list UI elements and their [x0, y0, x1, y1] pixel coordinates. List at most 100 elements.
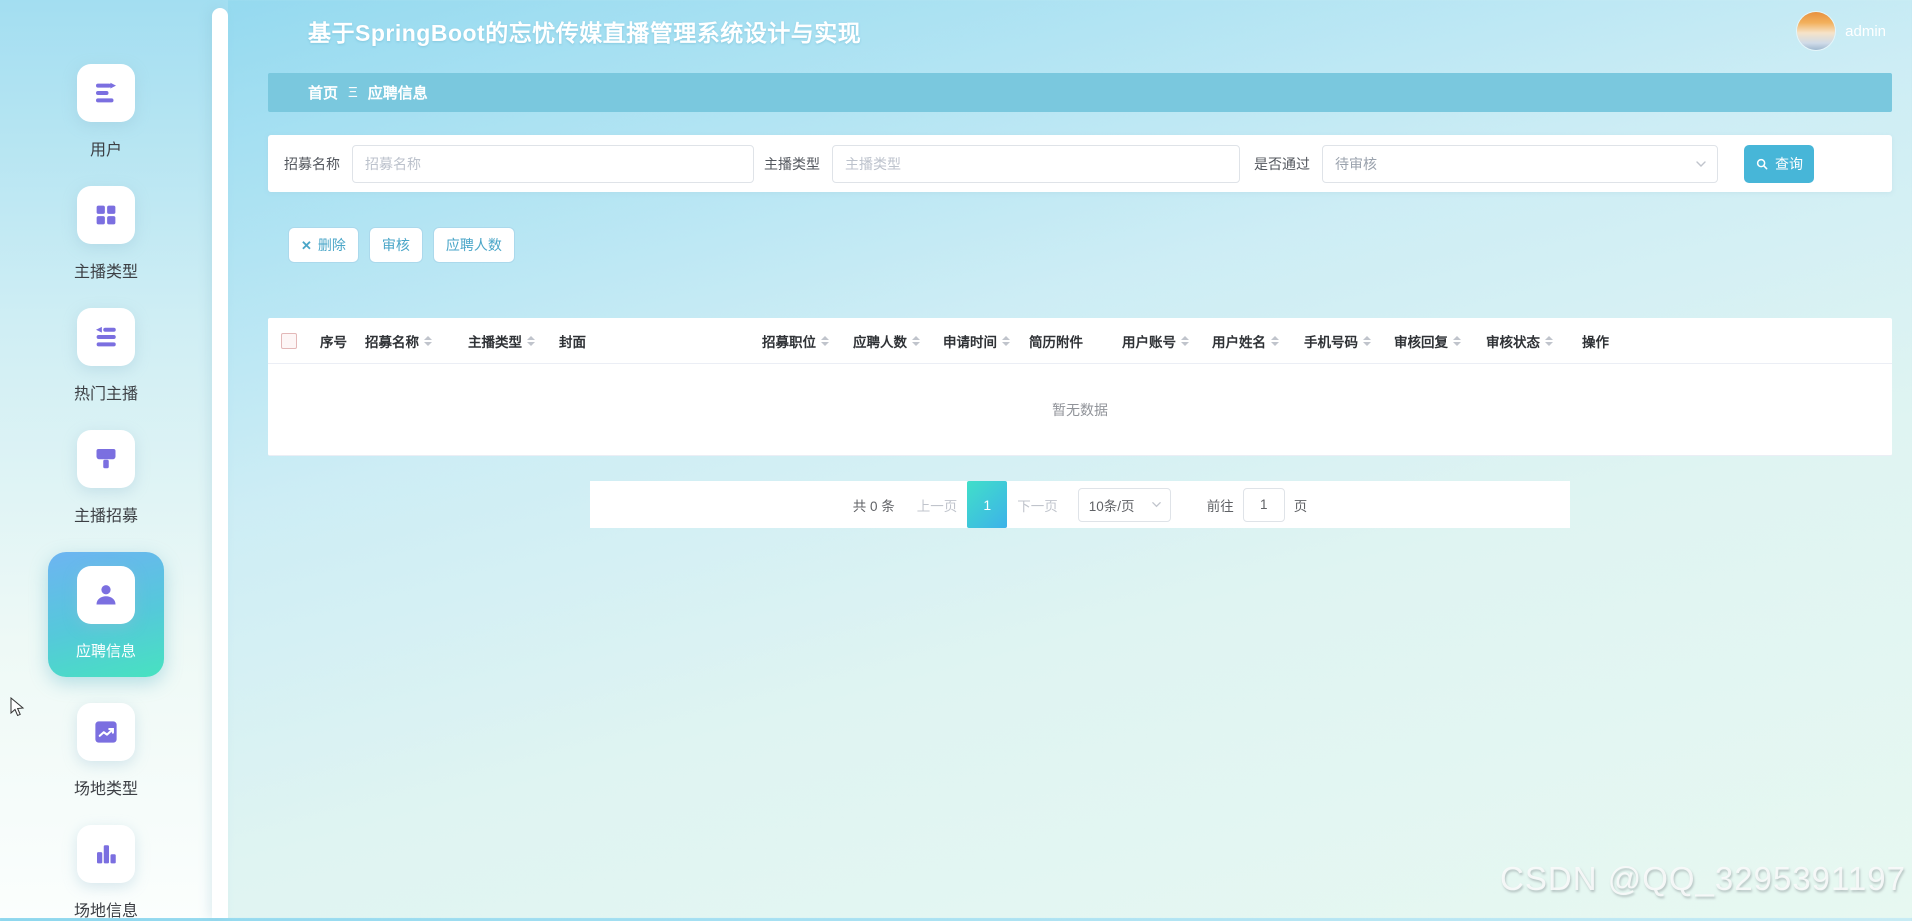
search-icon	[1755, 157, 1769, 171]
sidebar-item-tile	[77, 703, 135, 761]
brush-icon	[91, 444, 121, 474]
sidebar-item-label: 热门主播	[74, 380, 138, 404]
applicant-count-button[interactable]: 应聘人数	[433, 227, 515, 263]
page-size-value: 10条/页	[1089, 495, 1135, 515]
column-header-label: 审核回复	[1394, 331, 1448, 351]
column-header-label: 招募职位	[762, 331, 816, 351]
sidebar-item-tile	[77, 64, 135, 122]
column-header[interactable]: 招募职位	[752, 331, 843, 351]
goto-unit-label: 页	[1294, 495, 1308, 515]
pagination-total: 共 0 条	[853, 495, 895, 515]
audit-button[interactable]: 审核	[369, 227, 423, 263]
sidebar-menu: 用户 主播类型 热门主播 主播招募 应聘信息	[0, 64, 212, 921]
sort-caret-icon	[527, 332, 535, 350]
checkbox-icon	[281, 333, 297, 349]
sidebar-edge-divider	[212, 8, 228, 918]
delete-button[interactable]: ✕ 删除	[288, 227, 359, 263]
column-header[interactable]: 用户姓名	[1202, 331, 1294, 351]
goto-label: 前往	[1207, 495, 1234, 515]
sidebar-item[interactable]: 主播招募	[42, 430, 170, 526]
watermark-text: CSDN @QQ_3295391197	[1500, 860, 1906, 898]
sidebar-item[interactable]: 场地类型	[42, 703, 170, 799]
column-header-label: 主播类型	[468, 331, 522, 351]
column-header-label: 招募名称	[365, 331, 419, 351]
query-button[interactable]: 查询	[1744, 145, 1814, 183]
column-headers: 序号 招募名称 主播类型	[310, 318, 1892, 363]
username-label: admin	[1845, 23, 1886, 40]
user-menu[interactable]: admin	[1797, 12, 1886, 50]
sidebar-item-tile	[77, 186, 135, 244]
trend-chart-icon	[91, 717, 121, 747]
next-page-button[interactable]: 下一页	[1007, 495, 1068, 515]
table-header: 序号 招募名称 主播类型	[268, 318, 1892, 364]
topbar: 基于SpringBoot的忘忧传媒直播管理系统设计与实现 admin	[228, 0, 1912, 62]
anchor-type-label: 主播类型	[764, 154, 820, 174]
column-header[interactable]: 操作	[1572, 331, 1642, 351]
anchor-type-input[interactable]	[832, 145, 1240, 183]
grid-icon	[91, 200, 121, 230]
sort-caret-icon	[1181, 332, 1189, 350]
column-header[interactable]: 主播类型	[458, 331, 549, 351]
sort-caret-icon	[1271, 332, 1279, 350]
recruit-name-label: 招募名称	[284, 154, 340, 174]
prev-page-button[interactable]: 上一页	[907, 495, 968, 515]
sidebar-item-label: 应聘信息	[76, 640, 136, 661]
sidebar-item[interactable]: 场地信息	[42, 825, 170, 921]
sidebar-item-tile	[77, 825, 135, 883]
column-header[interactable]: 封面	[549, 331, 752, 351]
sidebar-item[interactable]: 热门主播	[42, 308, 170, 404]
sort-caret-icon	[1545, 332, 1553, 350]
data-table: 序号 招募名称 主播类型	[268, 318, 1892, 456]
search-form: 招募名称 主播类型 是否通过 待审核 查询	[268, 135, 1892, 192]
column-header[interactable]: 审核状态	[1476, 331, 1572, 351]
x-icon: ✕	[301, 239, 312, 252]
column-header[interactable]: 招募名称	[355, 331, 458, 351]
avatar	[1797, 12, 1835, 50]
column-header[interactable]: 申请时间	[933, 331, 1019, 351]
breadcrumb-home[interactable]: 首页	[308, 82, 338, 103]
sort-caret-icon	[424, 332, 432, 350]
sidebar: 用户 主播类型 热门主播 主播招募 应聘信息	[0, 0, 228, 918]
column-header[interactable]: 应聘人数	[843, 331, 933, 351]
pass-status-select[interactable]: 待审核	[1322, 145, 1718, 183]
column-header[interactable]: 审核回复	[1384, 331, 1476, 351]
current-page-button[interactable]: 1	[967, 481, 1007, 528]
column-header[interactable]: 序号	[310, 331, 355, 351]
sidebar-item[interactable]: 应聘信息	[48, 552, 164, 677]
column-header-label: 用户姓名	[1212, 331, 1266, 351]
breadcrumb-separator-icon: Ξ	[348, 84, 358, 101]
page-size-select[interactable]: 10条/页	[1078, 488, 1171, 522]
bar-chart-icon	[91, 839, 121, 869]
delete-button-label: 删除	[318, 235, 346, 255]
audit-button-label: 审核	[382, 235, 410, 255]
column-header[interactable]: 用户账号	[1112, 331, 1202, 351]
column-header[interactable]: 手机号码	[1294, 331, 1384, 351]
goto-page-input[interactable]	[1243, 488, 1285, 522]
column-header[interactable]: 简历附件	[1019, 331, 1112, 351]
sort-caret-icon	[1363, 332, 1371, 350]
sidebar-item-tile	[77, 430, 135, 488]
sidebar-item-label: 场地类型	[74, 775, 138, 799]
chevron-down-icon	[1695, 158, 1707, 170]
column-header-label: 手机号码	[1304, 331, 1358, 351]
column-header-label: 申请时间	[943, 331, 997, 351]
page-title: 基于SpringBoot的忘忧传媒直播管理系统设计与实现	[308, 14, 1797, 48]
select-all-checkbox[interactable]	[268, 333, 310, 349]
main-area: 基于SpringBoot的忘忧传媒直播管理系统设计与实现 admin 首页 Ξ …	[228, 0, 1912, 528]
sidebar-item-tile	[77, 566, 135, 624]
breadcrumb: 首页 Ξ 应聘信息	[268, 73, 1892, 112]
pass-status-value: 待审核	[1335, 154, 1377, 174]
sort-caret-icon	[1002, 332, 1010, 350]
pagination: 共 0 条 上一页 1 下一页 10条/页 前往 页	[590, 481, 1570, 528]
column-header-label: 简历附件	[1029, 331, 1083, 351]
recruit-name-input[interactable]	[352, 145, 754, 183]
query-button-label: 查询	[1775, 154, 1803, 174]
breadcrumb-current: 应聘信息	[368, 82, 428, 103]
sidebar-item[interactable]: 主播类型	[42, 186, 170, 282]
column-header-label: 用户账号	[1122, 331, 1176, 351]
menu-arrow-icon	[91, 322, 121, 352]
sidebar-item[interactable]: 用户	[42, 64, 170, 160]
empty-state-text: 暂无数据	[268, 364, 1892, 455]
column-header-label: 封面	[559, 331, 586, 351]
sort-caret-icon	[821, 332, 829, 350]
